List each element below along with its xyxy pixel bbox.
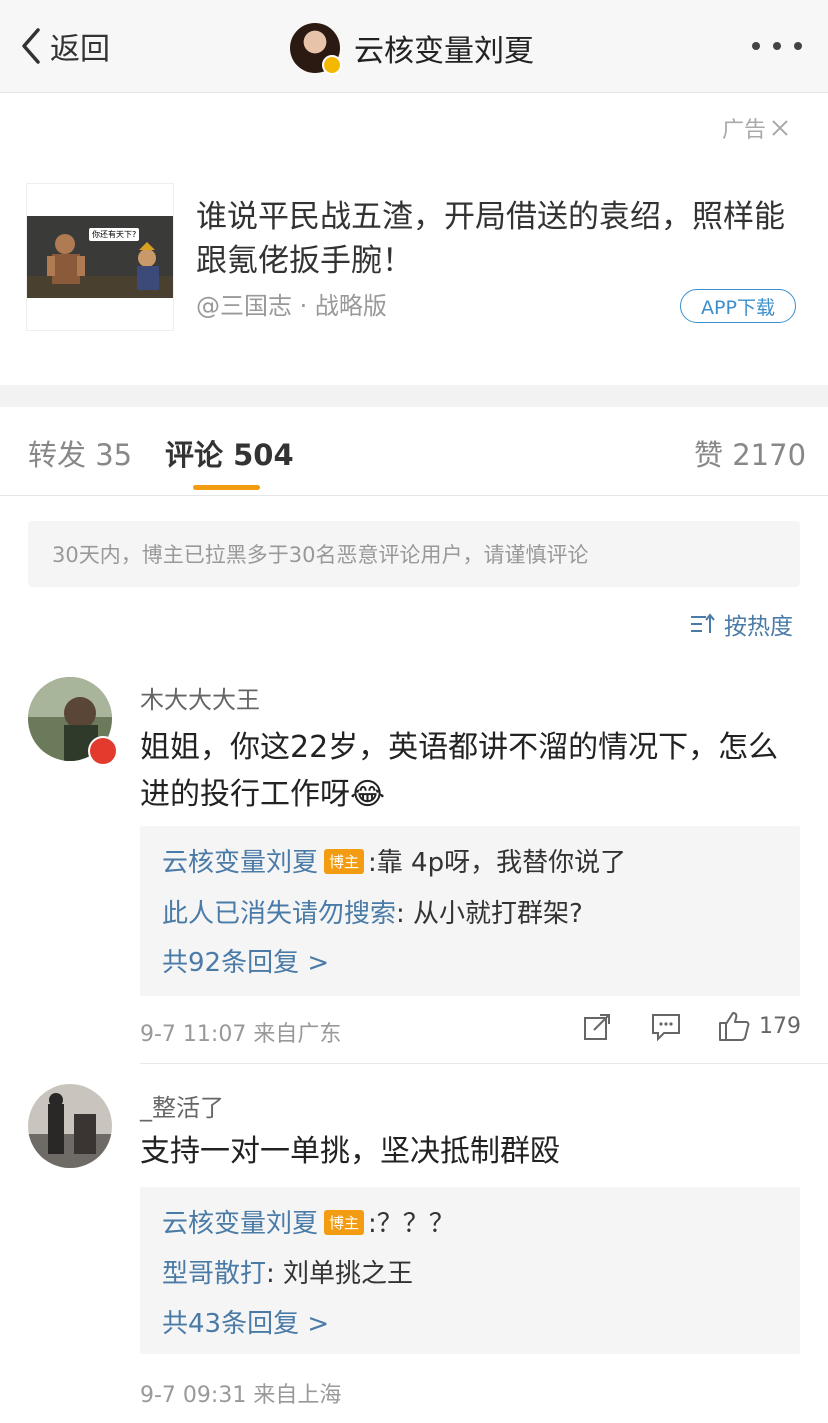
reply-username[interactable]: 云核变量刘夏: [162, 848, 318, 878]
commenter-avatar[interactable]: [28, 1084, 112, 1168]
section-separator: [0, 385, 828, 407]
ad-headline[interactable]: 谁说平民战五渣，开局借送的袁绍，照样能跟氪佬扳手腕！: [196, 195, 796, 283]
share-icon: [584, 1014, 610, 1040]
thumbs-up-icon: [719, 1012, 750, 1041]
ad-tag-label: 广告: [722, 118, 767, 143]
reply-text: : 刘单挑之王: [266, 1259, 414, 1289]
reply-box[interactable]: 云核变量刘夏 博主:？？？ 型哥散打: 刘单挑之王 共43条回复 >: [140, 1187, 800, 1354]
chevron-left-icon: [22, 28, 40, 64]
ad-close[interactable]: 广告: [722, 112, 790, 144]
tab-repost[interactable]: 转发 35: [28, 432, 132, 474]
ad-game-scene: 你还有天下?: [27, 216, 173, 298]
dot-icon: [752, 42, 760, 50]
speech-bubble: 你还有天下?: [89, 228, 140, 241]
reply-text: : 从小就打群架?: [396, 899, 583, 929]
comment-username[interactable]: _整活了: [140, 1088, 224, 1123]
reply-username[interactable]: 型哥散打: [162, 1259, 266, 1289]
sort-by-hot-button[interactable]: 按热度: [690, 607, 793, 641]
back-button[interactable]: 返回: [18, 22, 110, 70]
nav-title[interactable]: 云核变量刘夏: [290, 22, 534, 75]
tab-comments[interactable]: 评论 504: [165, 432, 294, 474]
reply-row[interactable]: 云核变量刘夏 博主:靠 4p呀，我替你说了: [162, 842, 626, 879]
back-label: 返回: [50, 32, 110, 67]
comment-divider: [140, 1063, 828, 1064]
close-icon: [772, 120, 788, 136]
comment-meta: 9-7 11:07 来自广东: [140, 1022, 342, 1047]
reply-button[interactable]: [650, 1012, 682, 1042]
comment-meta: 9-7 09:31 来自上海: [140, 1383, 342, 1408]
comment-username[interactable]: 木大大大王: [140, 680, 260, 715]
laughing-emoji-icon: 😂: [350, 777, 386, 812]
comment-icon: [652, 1014, 680, 1042]
reply-username[interactable]: 云核变量刘夏: [162, 1209, 318, 1239]
verified-icon: [322, 55, 342, 75]
reply-row[interactable]: 此人已消失请勿搜索: 从小就打群架?: [162, 893, 583, 930]
like-button[interactable]: 179: [717, 1010, 801, 1042]
share-button[interactable]: [582, 1012, 612, 1042]
member-badge-icon: [88, 736, 118, 766]
reply-username[interactable]: 此人已消失请勿搜索: [162, 899, 396, 929]
ad-source[interactable]: @三国志 · 战略版: [196, 286, 387, 321]
blogger-avatar[interactable]: [290, 23, 342, 75]
more-options-button[interactable]: [752, 34, 802, 58]
active-tab-indicator: [193, 485, 260, 490]
reply-row[interactable]: 云核变量刘夏 博主:？？？: [162, 1203, 455, 1240]
reply-box[interactable]: 云核变量刘夏 博主:靠 4p呀，我替你说了 此人已消失请勿搜索: 从小就打群架? …: [140, 826, 800, 996]
reply-text: :靠 4p呀，我替你说了: [368, 848, 627, 878]
avatar-photo: [28, 1084, 112, 1168]
tab-likes[interactable]: 赞 2170: [694, 432, 806, 474]
reply-text: :？？？: [368, 1209, 455, 1239]
comment-notice: 30天内，博主已拉黑多于30名恶意评论用户，请谨慎评论: [28, 521, 800, 587]
view-all-replies-link[interactable]: 共92条回复 >: [162, 942, 329, 979]
blogger-badge: 博主: [324, 849, 365, 874]
dot-icon: [794, 42, 802, 50]
view-all-replies-link[interactable]: 共43条回复 >: [162, 1303, 329, 1340]
dot-icon: [773, 42, 781, 50]
comment-text[interactable]: 支持一对一单挑，坚决抵制群殴: [140, 1128, 780, 1175]
comment-text[interactable]: 姐姐，你这22岁，英语都讲不溜的情况下，怎么进的投行工作呀😂: [140, 724, 780, 818]
blogger-badge: 博主: [324, 1210, 365, 1235]
comment-body: 姐姐，你这22岁，英语都讲不溜的情况下，怎么进的投行工作呀: [140, 730, 779, 812]
reply-row[interactable]: 型哥散打: 刘单挑之王: [162, 1253, 413, 1290]
app-download-button[interactable]: APP下载: [680, 289, 796, 323]
ad-thumbnail[interactable]: 你还有天下?: [26, 183, 174, 331]
page-title: 云核变量刘夏: [354, 34, 534, 69]
sort-icon: [691, 613, 715, 633]
like-count: 179: [759, 1013, 801, 1039]
sort-label: 按热度: [724, 614, 793, 640]
